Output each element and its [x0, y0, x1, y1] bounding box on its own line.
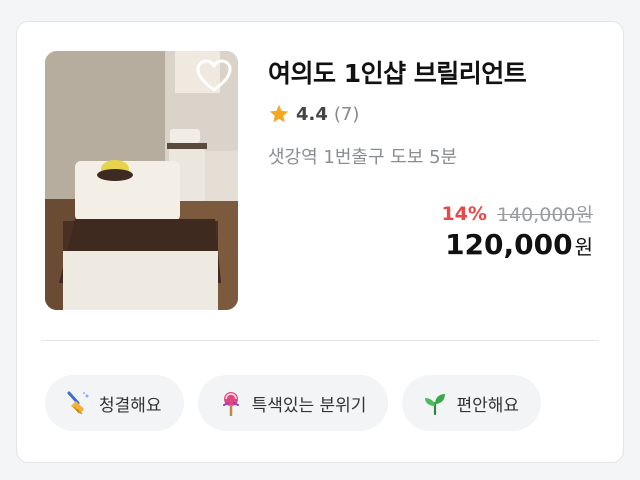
original-price: 140,000원 — [496, 204, 593, 226]
discount-rate: 14% — [441, 202, 487, 225]
final-price-unit: 원 — [574, 235, 593, 259]
rating-score: 4.4 — [296, 103, 328, 125]
rating: 4.4 (7) — [268, 102, 359, 126]
lollipop-icon — [222, 392, 239, 416]
tag-label: 편안해요 — [456, 395, 520, 416]
review-tags: 청결해요 특색있는 분위기 편안해요 — [45, 375, 599, 431]
divider — [41, 340, 599, 341]
location-text: 샛강역 1번출구 도보 5분 — [268, 147, 458, 168]
shop-thumbnail[interactable] — [45, 51, 238, 310]
broom-icon — [67, 391, 89, 415]
final-price: 120,000 원 — [445, 228, 593, 261]
shop-card[interactable]: 여의도 1인샵 브릴리언트 4.4 (7) 샛강역 1번출구 도보 5분 14%… — [16, 21, 624, 463]
review-count[interactable]: (7) — [334, 104, 360, 125]
heart-outline-icon[interactable] — [196, 59, 232, 93]
tag-clean[interactable]: 청결해요 — [45, 375, 184, 431]
star-icon — [269, 104, 289, 123]
tag-unique-mood[interactable]: 특색있는 분위기 — [197, 375, 389, 431]
tag-label: 청결해요 — [99, 395, 162, 416]
shop-title[interactable]: 여의도 1인샵 브릴리언트 — [268, 54, 527, 90]
tag-label: 특색있는 분위기 — [251, 395, 367, 416]
price-row: 14% 140,000원 — [441, 200, 593, 227]
final-price-value: 120,000 — [445, 228, 573, 261]
sprout-icon — [425, 394, 446, 416]
tag-comfortable[interactable]: 편안해요 — [402, 375, 542, 431]
